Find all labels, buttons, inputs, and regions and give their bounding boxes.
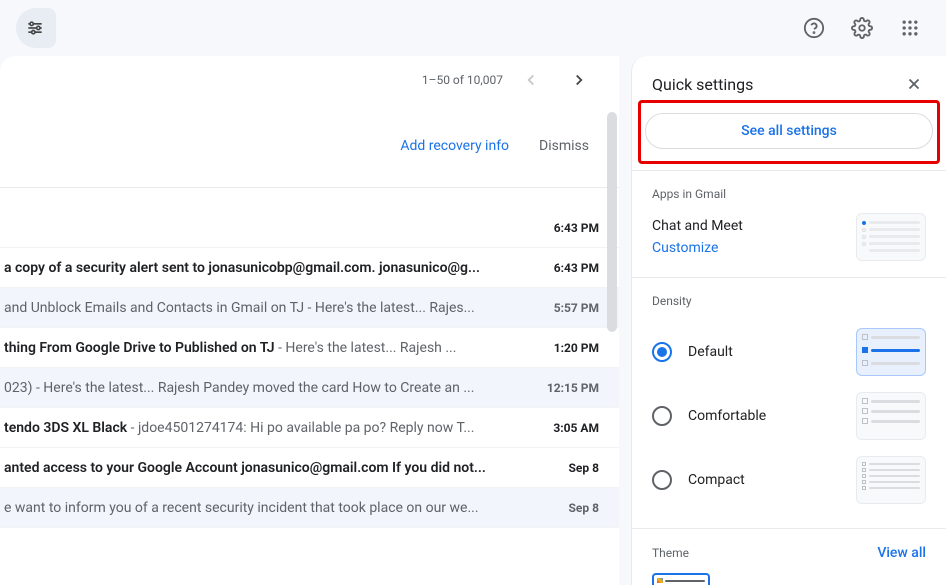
- chat-meet-row: Chat and Meet Customize: [652, 213, 926, 261]
- see-all-wrapper: See all settings: [632, 100, 946, 170]
- email-time: 12:15 PM: [547, 381, 599, 395]
- theme-thumbnail[interactable]: [652, 573, 710, 585]
- tune-icon: [25, 18, 45, 38]
- email-row[interactable]: and Unblock Emails and Contacts in Gmail…: [0, 288, 619, 328]
- email-row[interactable]: a copy of a security alert sent to jonas…: [0, 248, 619, 288]
- email-row[interactable]: anted access to your Google Account jona…: [0, 448, 619, 488]
- email-row[interactable]: tendo 3DS XL Black - jdoe4501274174: Hi …: [0, 408, 619, 448]
- close-icon: [905, 75, 923, 93]
- main-container: 1–50 of 10,007 Add recovery info Dismiss…: [0, 56, 946, 585]
- density-compact-preview: [856, 456, 926, 504]
- email-time: 6:43 PM: [554, 221, 599, 235]
- email-text: anted access to your Google Account jona…: [4, 460, 549, 476]
- density-default-preview: [856, 328, 926, 376]
- theme-view-all-link[interactable]: View all: [877, 545, 926, 561]
- density-section-title: Density: [652, 294, 926, 308]
- email-text: tendo 3DS XL Black - jdoe4501274174: Hi …: [4, 420, 533, 436]
- prev-page-button[interactable]: [511, 60, 551, 100]
- gear-icon: [851, 17, 873, 39]
- page-count: 1–50 of 10,007: [422, 73, 503, 87]
- email-time: 6:43 PM: [554, 261, 599, 275]
- email-time: Sep 8: [569, 461, 600, 475]
- density-default-option[interactable]: Default: [652, 320, 926, 384]
- chevron-left-icon: [522, 71, 540, 89]
- see-all-settings-button[interactable]: See all settings: [645, 113, 933, 149]
- email-rows: 6:43 PM a copy of a security alert sent t…: [0, 208, 619, 528]
- density-compact-option[interactable]: Compact: [652, 448, 926, 512]
- apps-preview: [856, 213, 926, 261]
- scrollbar[interactable]: [605, 112, 619, 352]
- apps-section: Apps in Gmail Chat and Meet Customize: [632, 170, 946, 277]
- customize-link[interactable]: Customize: [652, 240, 743, 256]
- header-left: [16, 8, 56, 48]
- chat-meet-left: Chat and Meet Customize: [652, 218, 743, 256]
- recovery-banner: Add recovery info Dismiss: [0, 104, 619, 188]
- tune-filters-button[interactable]: [16, 8, 56, 48]
- theme-section-header: Theme View all: [652, 545, 926, 561]
- density-comfortable-preview: [856, 392, 926, 440]
- density-default-label: Default: [688, 344, 733, 360]
- next-page-button[interactable]: [559, 60, 599, 100]
- apps-button[interactable]: [890, 8, 930, 48]
- theme-section: Theme View all: [632, 528, 946, 585]
- email-time: 1:20 PM: [554, 341, 599, 355]
- radio-selected: [652, 342, 672, 362]
- email-row[interactable]: 6:43 PM: [0, 208, 619, 248]
- email-row[interactable]: 023) - Here's the latest... Rajesh Pande…: [0, 368, 619, 408]
- radio-unselected: [652, 406, 672, 426]
- see-all-highlight: See all settings: [638, 100, 940, 164]
- email-time: 5:57 PM: [554, 301, 599, 315]
- header-bar: [0, 0, 946, 56]
- settings-button[interactable]: [842, 8, 882, 48]
- email-text: a copy of a security alert sent to jonas…: [4, 260, 534, 276]
- header-right: [794, 8, 930, 48]
- email-row[interactable]: e want to inform you of a recent securit…: [0, 488, 619, 528]
- density-compact-label: Compact: [688, 472, 745, 488]
- help-icon: [803, 17, 825, 39]
- theme-section-title: Theme: [652, 546, 689, 560]
- radio-unselected: [652, 470, 672, 490]
- support-button[interactable]: [794, 8, 834, 48]
- email-text: e want to inform you of a recent securit…: [4, 500, 549, 516]
- email-row[interactable]: thing From Google Drive to Published on …: [0, 328, 619, 368]
- settings-title: Quick settings: [652, 75, 753, 94]
- density-comfortable-option[interactable]: Comfortable: [652, 384, 926, 448]
- email-list-area: 1–50 of 10,007 Add recovery info Dismiss…: [0, 56, 619, 585]
- apps-grid-icon: [900, 18, 920, 38]
- density-section: Density Default Comfortable: [632, 277, 946, 528]
- email-toolbar: 1–50 of 10,007: [0, 56, 619, 104]
- chat-meet-label: Chat and Meet: [652, 218, 743, 234]
- chevron-right-icon: [570, 71, 588, 89]
- email-text: thing From Google Drive to Published on …: [4, 340, 534, 356]
- scrollbar-thumb[interactable]: [607, 112, 617, 332]
- quick-settings-panel: Quick settings See all settings Apps in …: [631, 56, 946, 585]
- density-comfortable-label: Comfortable: [688, 408, 766, 424]
- email-text: 023) - Here's the latest... Rajesh Pande…: [4, 380, 527, 396]
- email-time: 3:05 AM: [553, 421, 599, 435]
- add-recovery-link[interactable]: Add recovery info: [400, 138, 509, 154]
- close-settings-button[interactable]: [902, 72, 926, 96]
- email-text: and Unblock Emails and Contacts in Gmail…: [4, 300, 534, 316]
- dismiss-button[interactable]: Dismiss: [539, 138, 589, 154]
- email-time: Sep 8: [569, 501, 600, 515]
- apps-section-title: Apps in Gmail: [652, 187, 926, 201]
